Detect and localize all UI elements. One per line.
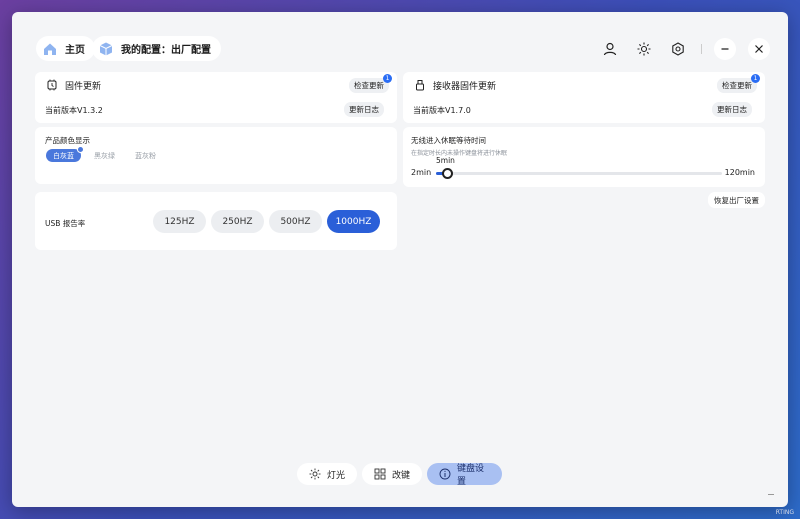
light-icon [309, 468, 321, 480]
receiver-check-label: 检查更新 [722, 81, 752, 90]
sleep-max-label: 120min [724, 168, 755, 177]
sleep-slider-track[interactable] [436, 172, 722, 175]
close-icon[interactable] [748, 38, 770, 60]
usb-rate-250[interactable]: 250HZ [211, 210, 264, 233]
resize-handle[interactable] [768, 494, 774, 495]
firmware-update-badge: 1 [383, 74, 392, 83]
sleep-title: 无线进入休眠等待时间 [411, 136, 486, 145]
nav-remap-label: 改键 [392, 470, 411, 481]
nav-light-label: 灯光 [327, 470, 346, 481]
brightness-icon[interactable] [633, 38, 655, 60]
firmware-log-button[interactable]: 更新日志 [344, 102, 384, 117]
config-selector[interactable]: 我的配置：出厂配置 [92, 36, 221, 61]
receiver-title-text: 接收器固件更新 [433, 81, 497, 92]
usb-rate-125[interactable]: 125HZ [153, 210, 206, 233]
grid-icon [374, 468, 386, 480]
home-tab[interactable]: 主页 [36, 36, 95, 61]
sleep-subtitle: 在指定时长内未操作键盘将进行休眠 [411, 150, 508, 157]
firmware-title: 固件更新 [45, 78, 101, 92]
receiver-update-badge: 1 [751, 74, 760, 83]
sleep-min-label: 2min [411, 168, 432, 177]
settings-hex-icon[interactable] [667, 38, 689, 60]
usb-rate-1000[interactable]: 1000HZ [327, 210, 380, 233]
cube-icon [97, 40, 115, 58]
receiver-version: 当前版本V1.7.0 [413, 106, 471, 115]
app-window: 主页 我的配置：出厂配置 固件更新 检查更新 1 当前版本V1.3.2 更新日志… [12, 12, 788, 507]
chip-icon [45, 78, 59, 92]
receiver-title: 接收器固件更新 [413, 78, 496, 92]
usb-rate-card: USB 报告率 125HZ 250HZ 500HZ 1000HZ [35, 192, 397, 250]
firmware-check-label: 检查更新 [354, 81, 384, 90]
selected-check-icon [77, 146, 84, 153]
window-controls [587, 38, 770, 60]
nav-light-button[interactable]: 灯光 [297, 463, 358, 485]
sleep-current-value: 5min [436, 156, 455, 165]
config-label: 我的配置：出厂配置 [121, 45, 211, 56]
minimize-icon[interactable] [714, 38, 736, 60]
receiver-log-button[interactable]: 更新日志 [712, 102, 752, 117]
factory-reset-button[interactable]: 恢复出厂设置 [708, 192, 765, 208]
user-icon[interactable] [599, 38, 621, 60]
nav-keyboard-settings-label: 键盘设置 [457, 464, 485, 487]
firmware-version: 当前版本V1.3.2 [45, 106, 103, 115]
product-color-card: 产品颜色显示 白灰蓝 黑灰绿 蓝灰粉 [35, 127, 397, 184]
nav-keyboard-settings-button[interactable]: 键盘设置 [427, 463, 502, 487]
nav-remap-button[interactable]: 改键 [362, 463, 423, 485]
receiver-check-button[interactable]: 检查更新 1 [717, 74, 760, 93]
sleep-slider-thumb[interactable] [442, 168, 454, 179]
color-option-2[interactable]: 蓝灰粉 [128, 149, 163, 162]
toolbar-divider [701, 44, 702, 54]
usb-rate-label: USB 报告率 [45, 219, 86, 228]
firmware-card: 固件更新 检查更新 1 当前版本V1.3.2 更新日志 [35, 72, 397, 123]
color-option-0[interactable]: 白灰蓝 [46, 146, 84, 162]
home-label: 主页 [65, 45, 85, 56]
usb-rate-500[interactable]: 500HZ [269, 210, 322, 233]
color-option-1[interactable]: 黑灰绿 [87, 149, 122, 162]
home-icon [41, 40, 59, 58]
info-icon [439, 468, 451, 480]
usb-receiver-icon [413, 78, 427, 92]
color-option-0-label: 白灰蓝 [53, 151, 74, 160]
firmware-title-text: 固件更新 [65, 81, 102, 92]
sleep-timer-card: 无线进入休眠等待时间 在指定时长内未操作键盘将进行休眠 5min 2min 12… [403, 127, 765, 187]
firmware-check-button[interactable]: 检查更新 1 [349, 74, 392, 93]
product-color-title: 产品颜色显示 [45, 136, 90, 145]
receiver-card: 接收器固件更新 检查更新 1 当前版本V1.7.0 更新日志 [403, 72, 765, 123]
watermark-logo: RTING [775, 509, 794, 516]
